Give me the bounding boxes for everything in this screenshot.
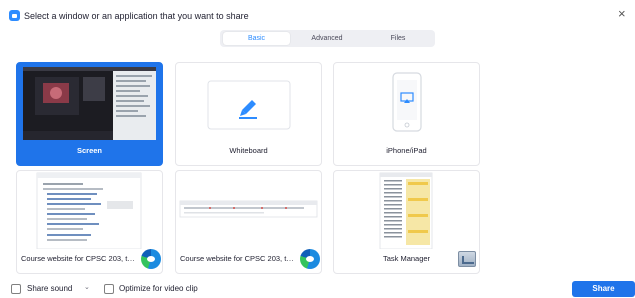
- optimize-video-checkbox[interactable]: [104, 284, 114, 294]
- share-sound-label[interactable]: Share sound: [27, 284, 72, 294]
- close-icon[interactable]: ×: [618, 7, 626, 21]
- tab-files[interactable]: Files: [364, 32, 432, 45]
- screen-preview: [23, 67, 156, 140]
- share-sound-checkbox[interactable]: [11, 284, 21, 294]
- share-item-task-manager[interactable]: Task Manager: [333, 170, 480, 274]
- share-mode-tabs: Basic Advanced Files: [220, 30, 435, 47]
- share-item-browser-window-1[interactable]: Course website for CPSC 203, the...: [16, 170, 163, 274]
- tab-advanced[interactable]: Advanced: [293, 32, 361, 45]
- share-options-grid: Screen Whiteboard iPhone/iPad Course web…: [0, 56, 635, 276]
- share-item-whiteboard[interactable]: Whiteboard: [175, 62, 322, 166]
- optimize-video-label[interactable]: Optimize for video clip: [119, 284, 198, 294]
- share-item-label: Whiteboard: [229, 146, 268, 155]
- title-bar: Select a window or an application that y…: [0, 0, 635, 22]
- share-item-screen[interactable]: Screen: [16, 62, 163, 166]
- edge-browser-icon: [141, 249, 161, 269]
- share-button[interactable]: Share: [572, 281, 635, 297]
- footer-bar: Share sound ⌄ Optimize for video clip Sh…: [0, 279, 635, 298]
- dialog-title: Select a window or an application that y…: [24, 11, 249, 21]
- zoom-app-icon: [9, 10, 20, 21]
- browser-window-preview: [36, 172, 142, 249]
- share-item-label: iPhone/iPad: [386, 146, 427, 155]
- browser-window-preview: [179, 200, 318, 218]
- task-manager-icon: [458, 251, 476, 267]
- share-item-label: Screen: [76, 146, 103, 155]
- whiteboard-preview: [207, 80, 291, 130]
- task-manager-preview: [379, 172, 433, 249]
- share-item-label: Course website for CPSC 203, the...: [21, 254, 138, 263]
- share-item-browser-window-2[interactable]: Course website for CPSC 203, the...: [175, 170, 322, 274]
- tab-basic[interactable]: Basic: [223, 32, 290, 45]
- iphone-airplay-icon: [392, 72, 422, 132]
- share-item-iphone-ipad[interactable]: iPhone/iPad: [333, 62, 480, 166]
- edge-browser-icon: [300, 249, 320, 269]
- chevron-down-icon[interactable]: ⌄: [84, 283, 90, 291]
- share-item-label: Course website for CPSC 203, the...: [180, 254, 297, 263]
